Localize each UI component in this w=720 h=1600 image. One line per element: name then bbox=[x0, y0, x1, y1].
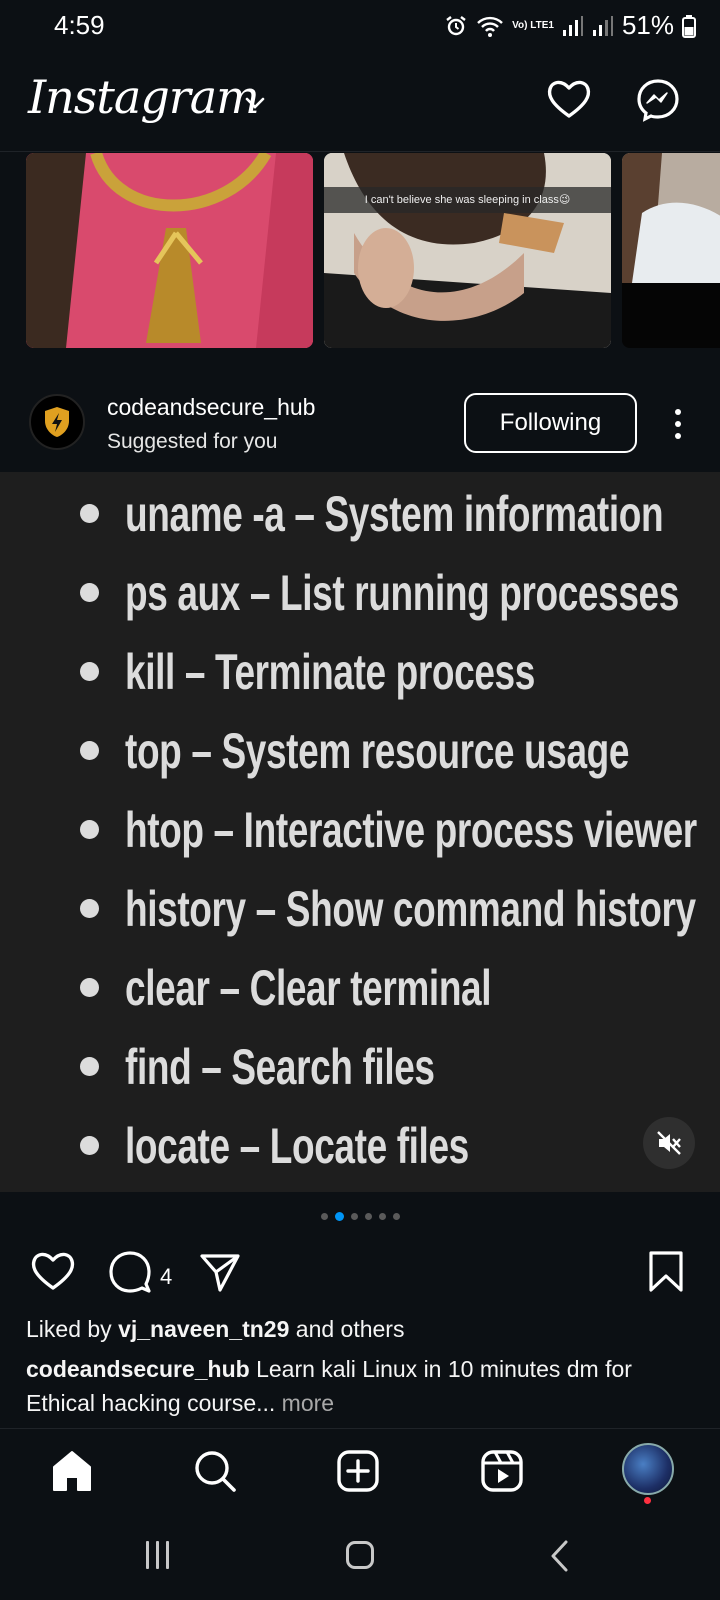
command-text: history – Show command history bbox=[125, 880, 696, 937]
liked-by-user[interactable]: vj_naveen_tn29 bbox=[118, 1316, 289, 1342]
list-item: uname -a – System information bbox=[80, 474, 720, 553]
create-post-icon[interactable] bbox=[336, 1449, 380, 1498]
command-text: clear – Clear terminal bbox=[125, 959, 492, 1016]
bookmark-icon[interactable] bbox=[646, 1250, 686, 1299]
back-icon[interactable] bbox=[548, 1539, 572, 1578]
command-text: kill – Terminate process bbox=[125, 643, 535, 700]
list-item: htop – Interactive process viewer bbox=[80, 790, 720, 869]
post-header: codeandsecure_hub Suggested for you Foll… bbox=[0, 380, 720, 466]
command-text: locate – Locate files bbox=[125, 1117, 469, 1174]
list-item: top – System resource usage bbox=[80, 711, 720, 790]
carousel-dot bbox=[320, 1213, 328, 1220]
post-media[interactable]: uname -a – System information ps aux – L… bbox=[0, 472, 720, 1192]
app-header: Instagram bbox=[0, 60, 720, 152]
carousel-dot bbox=[392, 1213, 400, 1220]
post-actions: 4 bbox=[0, 1250, 720, 1310]
comment-icon[interactable] bbox=[108, 1250, 152, 1299]
avatar[interactable] bbox=[29, 394, 85, 450]
status-time: 4:59 bbox=[54, 10, 105, 40]
shield-bolt-icon bbox=[45, 407, 69, 437]
home-button-icon[interactable] bbox=[346, 1541, 374, 1569]
likes-others[interactable]: and others bbox=[289, 1316, 405, 1342]
caption-username[interactable]: codeandsecure_hub bbox=[26, 1356, 250, 1382]
caption-more-link[interactable]: more bbox=[275, 1390, 334, 1416]
suggested-label: Suggested for you bbox=[107, 430, 278, 453]
status-icons: Vo) LTE1 51% bbox=[444, 10, 696, 41]
profile-avatar[interactable] bbox=[622, 1443, 674, 1495]
command-text: ps aux – List running processes bbox=[125, 564, 679, 621]
more-options-icon[interactable] bbox=[662, 400, 694, 448]
mute-icon[interactable] bbox=[643, 1117, 695, 1169]
battery-percent: 51% bbox=[621, 10, 674, 40]
carousel-dot bbox=[364, 1213, 372, 1220]
caption-ellipsis: ... bbox=[256, 1390, 276, 1416]
search-icon[interactable] bbox=[193, 1449, 237, 1498]
wifi-icon bbox=[476, 14, 504, 38]
bottom-nav bbox=[0, 1428, 720, 1514]
like-heart-icon[interactable] bbox=[30, 1250, 76, 1297]
signal-icon-1 bbox=[562, 15, 584, 37]
likes-prefix: Liked by bbox=[26, 1316, 119, 1342]
carousel-dots bbox=[0, 1212, 720, 1221]
carousel-dot bbox=[334, 1212, 344, 1221]
instagram-logo[interactable]: Instagram bbox=[28, 70, 260, 124]
notifications-heart-icon[interactable] bbox=[546, 78, 592, 125]
command-text: find – Search files bbox=[125, 1038, 435, 1095]
signal-icon-2 bbox=[592, 15, 614, 37]
likes-summary: Liked by vj_naveen_tn29 and others bbox=[26, 1316, 404, 1343]
reel-caption: I can't believe she was sleeping in clas… bbox=[324, 187, 611, 213]
list-item: clear – Clear terminal bbox=[80, 948, 720, 1027]
command-text: htop – Interactive process viewer bbox=[125, 801, 697, 858]
carousel-dot bbox=[350, 1213, 358, 1220]
home-icon[interactable] bbox=[50, 1449, 94, 1498]
chevron-down-icon[interactable] bbox=[244, 96, 266, 115]
command-text: uname -a – System information bbox=[125, 485, 664, 542]
system-nav-bar bbox=[0, 1515, 720, 1600]
reel-thumbnail[interactable] bbox=[622, 153, 720, 348]
post-caption: codeandsecure_hub Learn kali Linux in 10… bbox=[26, 1352, 706, 1420]
list-item: history – Show command history bbox=[80, 869, 720, 948]
post-username[interactable]: codeandsecure_hub bbox=[107, 394, 315, 421]
comment-count: 4 bbox=[160, 1264, 173, 1289]
list-item: find – Search files bbox=[80, 1027, 720, 1106]
share-icon[interactable] bbox=[198, 1250, 242, 1299]
notification-dot bbox=[644, 1497, 651, 1504]
reel-thumbnail[interactable]: I can't believe she was sleeping in clas… bbox=[324, 153, 611, 348]
list-item: ps aux – List running processes bbox=[80, 553, 720, 632]
list-item: locate – Locate files bbox=[80, 1106, 720, 1185]
reel-thumbnail[interactable] bbox=[26, 153, 313, 348]
carousel-dot bbox=[378, 1213, 386, 1220]
following-button[interactable]: Following bbox=[464, 393, 637, 453]
messenger-icon[interactable] bbox=[636, 78, 680, 127]
command-list: uname -a – System information ps aux – L… bbox=[80, 474, 720, 1185]
reels-icon[interactable] bbox=[480, 1449, 524, 1498]
recents-icon[interactable] bbox=[146, 1541, 169, 1569]
reels-strip: I can't believe she was sleeping in clas… bbox=[0, 153, 720, 348]
alarm-icon bbox=[444, 14, 468, 38]
command-text: top – System resource usage bbox=[125, 722, 630, 779]
list-item: kill – Terminate process bbox=[80, 632, 720, 711]
status-bar: 4:59 Vo) LTE1 51% bbox=[0, 0, 720, 52]
battery-icon bbox=[682, 14, 696, 38]
lte-label: Vo) LTE1 bbox=[512, 19, 554, 31]
